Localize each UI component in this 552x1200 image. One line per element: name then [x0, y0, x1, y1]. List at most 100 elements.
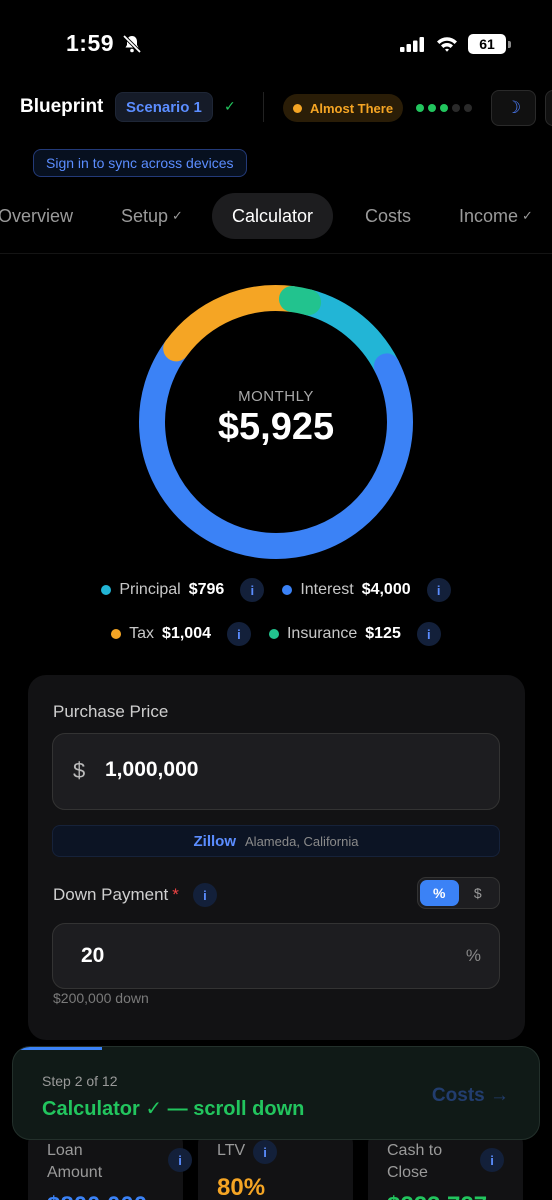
purchase-price-label: Purchase Price — [53, 702, 169, 721]
cellular-signal-icon — [400, 37, 424, 52]
legend-swatch — [268, 629, 279, 639]
purchase-price-value: 1,000,000 — [105, 758, 199, 781]
monthly-label: MONTHLY — [238, 388, 314, 405]
donut-slice-insurance — [278, 286, 322, 316]
progress-dot — [440, 104, 448, 112]
bell-muted-icon — [122, 34, 142, 53]
cash-to-close-title: Cash to Close — [387, 1142, 443, 1181]
progress-dot — [428, 104, 436, 112]
tab-bar: Overview Setup ✓ Calculator Costs Income… — [0, 193, 552, 239]
tab-label: Overview — [0, 205, 74, 226]
percent-suffix: % — [465, 946, 481, 965]
app-title: Blueprint — [20, 96, 104, 117]
legend-value: $1,004 — [162, 625, 211, 642]
status-time: 1:59 — [66, 30, 142, 57]
cash-to-close-value: $223,727 — [387, 1192, 487, 1200]
tab-label: Income — [459, 205, 519, 226]
status-badge[interactable]: Almost There — [283, 94, 404, 122]
status-badge-label: Almost There — [310, 100, 394, 116]
down-payment-amount-note: $200,000 down — [53, 990, 149, 1006]
legend-swatch — [282, 585, 293, 595]
tab-label: Setup — [121, 205, 169, 226]
zillow-location: Alameda, California — [245, 833, 359, 849]
percent-toggle-button[interactable]: % — [420, 880, 459, 906]
down-payment-value: 20 — [81, 944, 105, 967]
progress-dot — [452, 104, 460, 112]
wifi-icon — [437, 37, 457, 52]
legend-item-principal: Principal $796 i — [101, 578, 265, 602]
menu-button[interactable] — [545, 90, 552, 126]
sign-in-sync-button[interactable]: Sign in to sync across devices — [33, 149, 247, 177]
purchase-price-input[interactable]: $ 1,000,000 — [52, 733, 500, 810]
ltv-title: LTV — [217, 1142, 246, 1159]
theme-toggle-button[interactable]: ☽ — [491, 90, 536, 126]
zillow-brand: Zillow — [193, 832, 237, 850]
status-indicators: 61 — [400, 34, 511, 54]
donut-slice-tax — [163, 285, 305, 362]
zillow-link[interactable]: Zillow Alameda, California — [52, 825, 500, 857]
legend-swatch — [111, 629, 122, 639]
loan-amount-title: Loan Amount — [47, 1142, 103, 1181]
app-header: Blueprint Scenario 1 ✓ Almost There ☽ — [0, 88, 552, 128]
progress-dot — [416, 104, 424, 112]
legend-item-interest: Interest $4,000 i — [282, 578, 451, 602]
info-icon[interactable]: i — [480, 1148, 504, 1172]
check-icon: ✓ — [522, 208, 533, 223]
tab-calculator[interactable]: Calculator — [212, 193, 334, 239]
monthly-value: $5,925 — [217, 406, 335, 448]
down-payment-label-text: Down Payment — [53, 885, 169, 904]
down-payment-input[interactable]: 20 % — [52, 923, 500, 989]
info-icon[interactable]: i — [253, 1140, 277, 1164]
info-icon[interactable]: i — [192, 883, 217, 907]
legend-row: Tax $1,004 i Insurance $125 i — [0, 622, 552, 646]
legend-value: $125 — [365, 625, 401, 642]
dollar-toggle-button[interactable]: $ — [459, 880, 498, 906]
scenario-selector[interactable]: Scenario 1 — [115, 92, 213, 122]
legend-label: Principal — [119, 581, 181, 598]
progress-dot — [464, 104, 472, 112]
status-bar: 1:59 61 — [0, 0, 552, 90]
scenario-saved-check-icon: ✓ — [224, 98, 236, 114]
legend-value: $796 — [188, 581, 225, 598]
legend-row: Principal $796 i Interest $4,000 i — [0, 578, 552, 602]
legend-value: $4,000 — [361, 581, 411, 598]
legend-item-insurance: Insurance $125 i — [268, 622, 441, 646]
down-payment-label: Down Payment * i — [53, 883, 217, 907]
battery-level: 61 — [479, 36, 495, 52]
tab-income[interactable]: Income ✓ — [459, 193, 533, 239]
battery-icon: 61 — [468, 34, 511, 54]
currency-prefix: $ — [73, 758, 86, 783]
moon-icon: ☽ — [505, 98, 522, 117]
step-counter: Step 2 of 12 — [42, 1073, 118, 1089]
tab-bar-divider — [0, 253, 552, 254]
info-icon[interactable]: i — [426, 578, 451, 602]
step-title: Calculator ✓ — scroll down — [42, 1098, 305, 1120]
clock-text: 1:59 — [66, 30, 115, 56]
info-icon[interactable]: i — [240, 578, 265, 602]
next-step-button[interactable]: Costs → — [432, 1085, 509, 1107]
header-divider — [263, 92, 264, 122]
check-icon: ✓ — [172, 208, 183, 223]
legend-label: Insurance — [286, 625, 358, 642]
info-icon[interactable]: i — [416, 622, 441, 646]
tab-setup[interactable]: Setup ✓ — [121, 193, 183, 239]
donut-slice-principal — [295, 289, 400, 380]
legend-swatch — [101, 585, 112, 595]
info-icon[interactable]: i — [226, 622, 251, 646]
tab-label: Costs — [365, 205, 412, 226]
step-progress-banner[interactable]: Step 2 of 12 Calculator ✓ — scroll down … — [12, 1046, 540, 1140]
step-progress-fill — [13, 1047, 102, 1050]
legend-label: Tax — [129, 625, 155, 642]
tab-costs[interactable]: Costs — [365, 193, 411, 239]
progress-dots — [416, 104, 472, 112]
tab-label: Calculator — [232, 205, 314, 226]
legend-item-tax: Tax $1,004 i — [111, 622, 251, 646]
status-dot-icon — [293, 103, 302, 113]
down-payment-unit-toggle: % $ — [417, 877, 500, 909]
ltv-value: 80% — [217, 1174, 266, 1200]
loan-amount-value: $800,000 — [47, 1192, 147, 1200]
info-icon[interactable]: i — [168, 1148, 192, 1172]
required-mark: * — [172, 885, 179, 904]
legend-label: Interest — [300, 581, 354, 598]
tab-overview[interactable]: Overview — [0, 193, 73, 239]
